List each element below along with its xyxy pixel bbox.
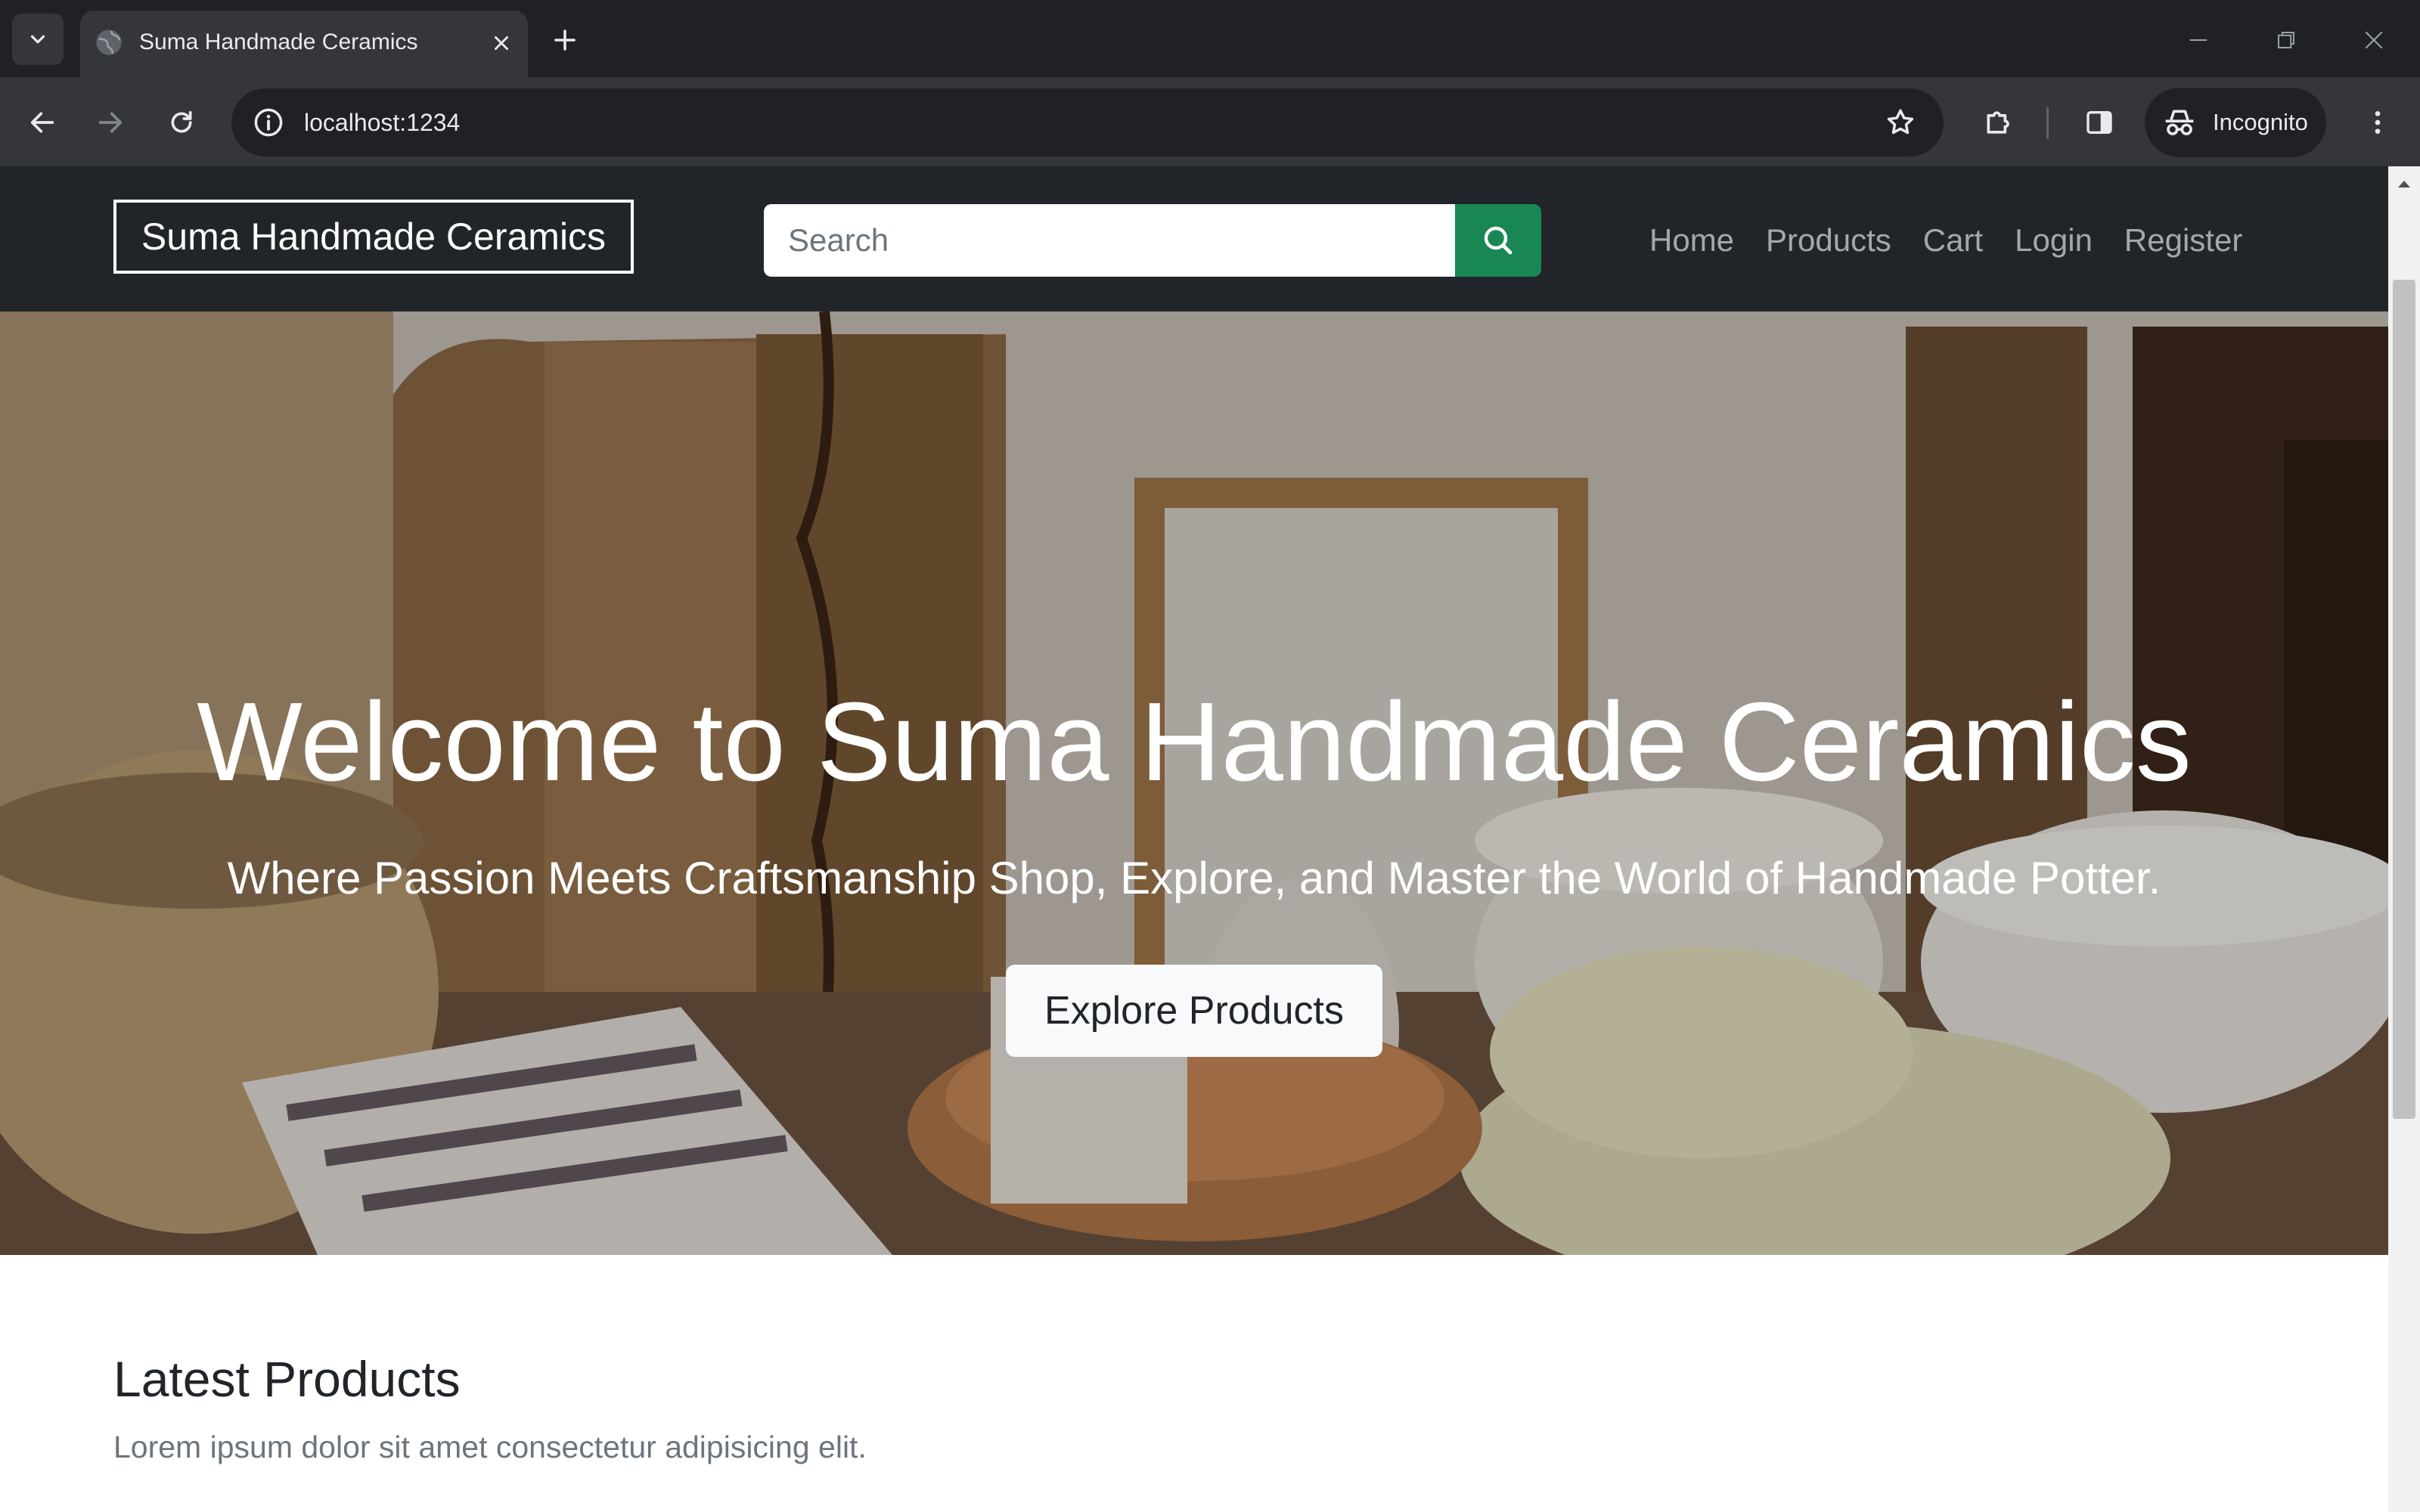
arrow-right-icon <box>98 112 123 133</box>
site-brand[interactable]: Suma Handmade Ceramics <box>113 200 634 274</box>
browser-toolbar: localhost:1234 Incognito <box>0 77 2420 166</box>
new-tab-button[interactable] <box>546 21 584 59</box>
incognito-profile-button[interactable]: Incognito <box>2145 88 2326 157</box>
scroll-up-button[interactable] <box>2388 172 2420 195</box>
chevron-down-icon <box>30 35 45 44</box>
info-icon <box>254 108 283 137</box>
forward-button[interactable] <box>86 98 135 147</box>
url-text[interactable]: localhost:1234 <box>304 107 460 138</box>
nav-link-register[interactable]: Register <box>2108 212 2258 269</box>
page-scrollbar[interactable] <box>2388 166 2420 1512</box>
minimize-button[interactable] <box>2178 20 2219 60</box>
tab-close-button[interactable] <box>487 29 516 57</box>
nav-link-home[interactable]: Home <box>1634 212 1750 269</box>
plus-icon <box>554 29 576 51</box>
tab-search-button[interactable] <box>12 14 64 65</box>
side-panel-button[interactable] <box>2075 98 2124 147</box>
hero-title: Welcome to Suma Handmade Ceramics <box>197 680 2192 804</box>
reload-button[interactable] <box>157 98 206 147</box>
extensions-button[interactable] <box>1975 98 2024 147</box>
restore-button[interactable] <box>2266 20 2307 60</box>
star-icon <box>1887 109 1914 135</box>
close-window-button[interactable] <box>2353 20 2394 60</box>
search-icon <box>1484 226 1512 255</box>
side-panel-icon <box>2086 111 2112 134</box>
globe-icon <box>96 29 122 55</box>
site-info-button[interactable] <box>251 105 286 140</box>
arrow-left-icon <box>30 112 54 133</box>
incognito-icon <box>2165 110 2194 135</box>
bookmark-button[interactable] <box>1882 104 1919 141</box>
search-button[interactable] <box>1455 204 1541 277</box>
close-icon <box>2365 31 2383 49</box>
puzzle-icon <box>1987 111 2009 134</box>
restore-icon <box>2278 32 2294 48</box>
page-viewport: Suma Handmade Ceramics Home Products Car… <box>0 166 2388 1512</box>
reload-icon <box>171 110 192 133</box>
nav-link-products[interactable]: Products <box>1750 212 1907 269</box>
search-input[interactable] <box>764 204 1455 277</box>
nav-links: Home Products Cart Login Register <box>1634 212 2258 269</box>
browser-menu-button[interactable] <box>2353 98 2402 147</box>
incognito-label: Incognito <box>2213 109 2308 135</box>
toolbar-separator <box>2046 107 2049 139</box>
minimize-icon <box>2189 39 2207 41</box>
browser-tab[interactable]: Suma Handmade Ceramics <box>80 11 528 77</box>
tab-title: Suma Handmade Ceramics <box>139 29 418 54</box>
nav-link-cart[interactable]: Cart <box>1907 212 1999 269</box>
latest-products-heading: Latest Products <box>113 1351 461 1407</box>
caret-up-icon <box>2398 181 2410 187</box>
latest-products-description: Lorem ipsum dolor sit amet consectetur a… <box>113 1430 867 1464</box>
explore-products-button[interactable]: Explore Products <box>1006 965 1382 1057</box>
scrollbar-thumb[interactable] <box>2393 280 2415 1119</box>
browser-tab-strip: Suma Handmade Ceramics <box>0 0 2420 77</box>
hero-subtitle: Where Passion Meets Craftsmanship Shop, … <box>227 853 2161 903</box>
back-button[interactable] <box>18 98 67 147</box>
site-navbar: Suma Handmade Ceramics Home Products Car… <box>0 166 2388 311</box>
hero-banner: Welcome to Suma Handmade Ceramics Where … <box>0 311 2388 1255</box>
kebab-menu-icon <box>2375 111 2381 134</box>
nav-link-login[interactable]: Login <box>1999 212 2108 269</box>
address-bar[interactable]: localhost:1234 <box>231 88 1944 156</box>
close-icon <box>495 36 508 50</box>
search-form <box>764 204 1541 277</box>
